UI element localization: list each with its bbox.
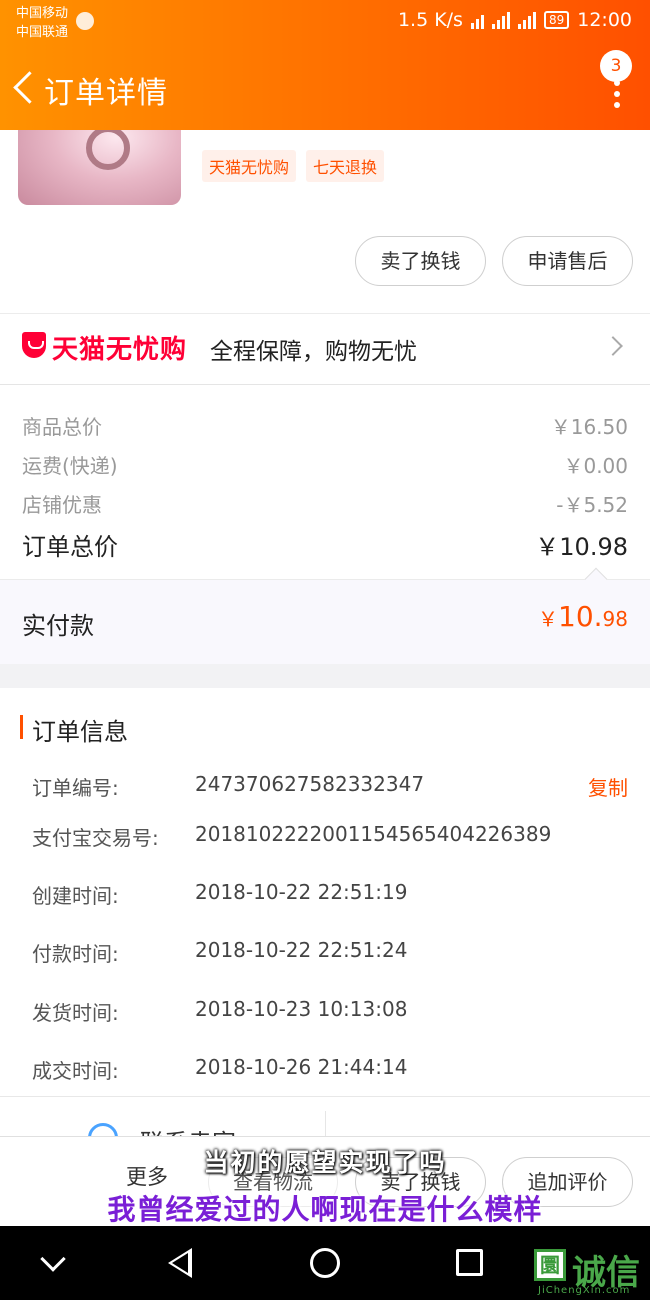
price-breakdown: 商品总价 ￥16.50 运费(快递) ￥0.00 店铺优惠 -￥5.52 订单总… [0,385,650,579]
nav-bar: 订单详情 [0,58,650,118]
paid-label: 实付款 [22,612,94,640]
watermark-logo: 圜 诚信 JiChengXin.com [532,1245,650,1300]
price-row-discount: 店铺优惠 -￥5.52 [22,489,628,518]
watermark-icon: 圜 [534,1249,566,1281]
ring-holder-image [86,126,130,170]
guarantee-brand: 天猫无忧购 [52,335,188,365]
watermark-url: JiChengXin.com [538,1285,631,1296]
paid-decimal: 98 [602,607,628,631]
signal-icon [491,11,510,29]
signal-icon-2 [517,11,536,29]
total-value: ￥10.98 [535,533,628,561]
order-info-section: 订单信息 订单编号: 247370627582332347 复制 支付宝交易号:… [0,688,650,1098]
after-sales-button[interactable]: 申请售后 [502,236,633,286]
paid-integer: 10. [558,600,603,633]
section-accent-bar [20,715,23,739]
info-label: 订单编号: [32,776,119,800]
info-label: 支付宝交易号: [32,826,159,850]
info-value: 2018102222001154565404226389 [195,822,552,846]
tag-worry-free: 天猫无忧购 [202,150,297,182]
tmall-shield-icon [22,332,46,358]
more-vertical-icon[interactable] [612,80,622,124]
product-card: 天猫无忧购 七天退换 卖了换钱 申请售后 [0,120,650,313]
copy-button[interactable]: 复制 [588,772,628,801]
wifi-icon [470,11,484,29]
paid-currency: ￥ [538,607,559,631]
carrier-1: 中国移动 [16,6,69,21]
paid-amount: ￥10.98 [538,600,628,633]
globe-icon [76,12,94,30]
price-value: ￥0.00 [563,454,628,478]
subtitle-line-1: 当初的愿望实现了吗 [203,1148,447,1177]
price-label: 商品总价 [22,415,102,439]
guarantee-text: 全程保障，购物无忧 [210,339,417,365]
info-value: 2018-10-22 22:51:24 [195,938,408,962]
total-label: 订单总价 [22,533,118,561]
divider [325,1111,326,1136]
price-value: -￥5.52 [556,493,628,517]
app-header: 中国移动 中国联通 1.5 K/s 89 12:00 订单详情 3 [0,0,650,130]
carrier-2: 中国联通 [16,25,69,40]
contact-seller-strip[interactable]: 联系卖家 [0,1096,650,1136]
info-label: 发货时间: [32,1001,119,1025]
tag-seven-day-return: 七天退换 [306,150,385,182]
info-value: 2018-10-22 22:51:19 [195,880,408,904]
paid-amount-row: 实付款 ￥10.98 [0,567,650,664]
info-label: 创建时间: [32,884,119,908]
product-tags: 天猫无忧购 七天退换 [202,150,385,182]
info-label: 成交时间: [32,1059,119,1083]
contact-seller-label: 联系卖家 [140,1123,236,1136]
product-thumbnail[interactable] [18,120,181,205]
notification-badge[interactable]: 3 [600,50,632,82]
customer-service-icon [88,1123,118,1136]
order-info-title: 订单信息 [32,718,128,746]
clock: 12:00 [577,9,632,31]
page-title: 订单详情 [44,76,168,111]
nav-recents-icon[interactable] [456,1249,483,1276]
chevron-right-icon [603,336,623,356]
battery-icon: 89 [543,11,570,29]
subtitle-line-2: 我曾经爱过的人啊现在是什么模样 [107,1193,543,1226]
info-value: 2018-10-26 21:44:14 [195,1055,408,1079]
network-speed: 1.5 K/s [397,9,463,31]
status-right: 1.5 K/s 89 12:00 [398,9,632,31]
guarantee-banner[interactable]: 天猫无忧购 全程保障，购物无忧 [0,313,650,385]
back-arrow-icon[interactable] [10,66,44,110]
price-label: 店铺优惠 [22,493,102,517]
carrier-info: 中国移动 中国联通 [16,4,68,42]
info-value: 2018-10-23 10:13:08 [195,997,408,1021]
nav-back-icon[interactable] [168,1248,192,1278]
info-label: 付款时间: [32,942,119,966]
chevron-down-icon[interactable] [40,1246,66,1272]
price-row-goods: 商品总价 ￥16.50 [22,411,628,440]
price-row-shipping: 运费(快递) ￥0.00 [22,450,628,479]
status-bar: 中国移动 中国联通 1.5 K/s 89 12:00 [0,0,650,46]
price-label: 运费(快递) [22,454,118,478]
sell-button[interactable]: 卖了换钱 [355,236,486,286]
nav-home-icon[interactable] [310,1248,340,1278]
price-row-total: 订单总价 ￥10.98 [22,527,628,562]
info-value: 247370627582332347 [195,772,425,796]
price-value: ￥16.50 [550,415,628,439]
